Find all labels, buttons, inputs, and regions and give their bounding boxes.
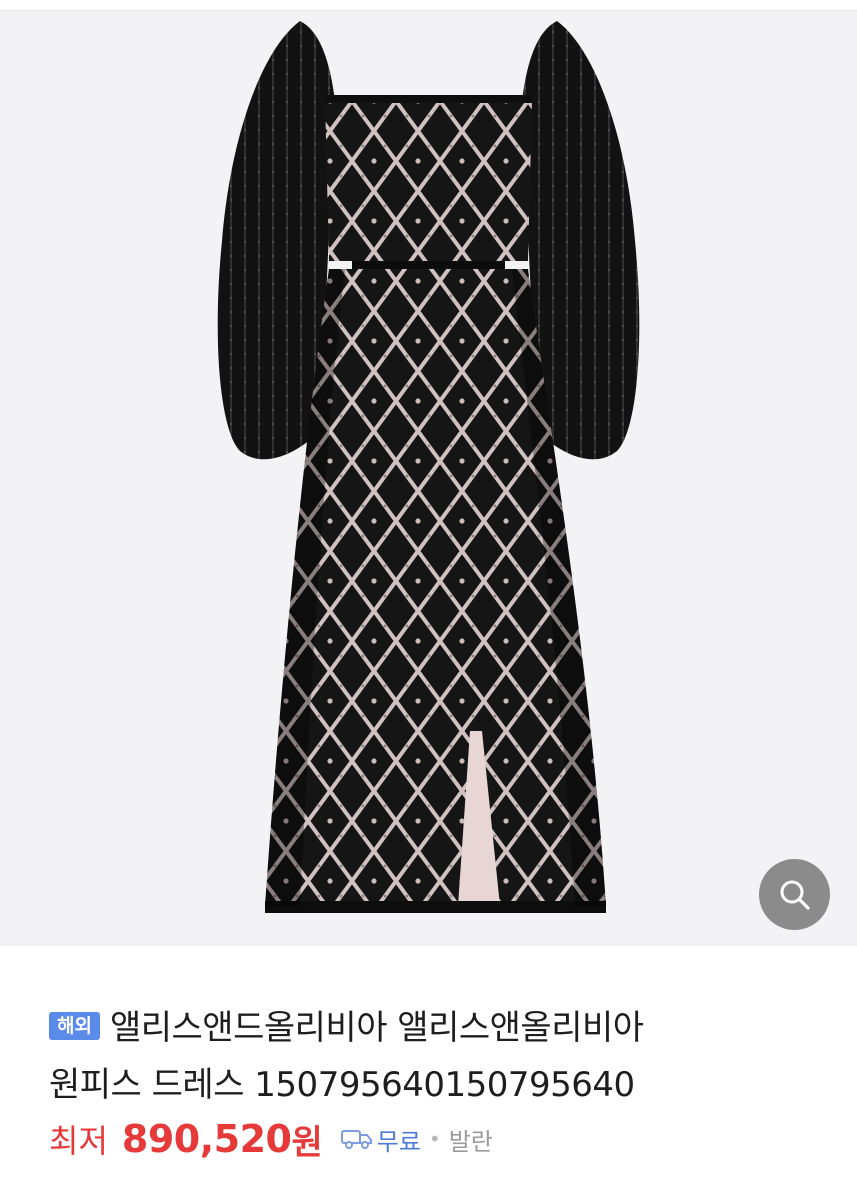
zoom-button[interactable]	[759, 859, 830, 930]
overseas-badge: 해외	[49, 1012, 100, 1040]
top-divider	[0, 0, 857, 11]
product-page: 해외 앨리스앤드올리비아 앨리스앤올리비아 원피스 드레스 15079564015…	[0, 0, 857, 1200]
product-title[interactable]: 해외 앨리스앤드올리비아 앨리스앤올리비아 원피스 드레스 15079564015…	[49, 1000, 809, 1114]
product-title-line2: 원피스 드레스 150795640150795640	[49, 1065, 635, 1105]
separator-dot: •	[428, 1127, 441, 1151]
product-image[interactable]	[0, 11, 857, 946]
price-value: 890,520	[121, 1117, 292, 1161]
dress-image	[217, 21, 640, 913]
search-icon	[780, 880, 810, 910]
shipping-fee: 무료	[376, 1127, 421, 1156]
price-label: 최저	[49, 1122, 108, 1160]
product-info: 해외 앨리스앤드올리비아 앨리스앤올리비아 원피스 드레스 15079564015…	[0, 946, 857, 1200]
truck-icon	[340, 1127, 373, 1151]
product-title-line1: 앨리스앤드올리비아 앨리스앤올리비아	[109, 1008, 644, 1048]
price-unit: 원	[291, 1122, 323, 1163]
price-row: 최저 890,520 원 무료 • 발란	[49, 1114, 493, 1164]
seller-name: 발란	[448, 1127, 493, 1156]
